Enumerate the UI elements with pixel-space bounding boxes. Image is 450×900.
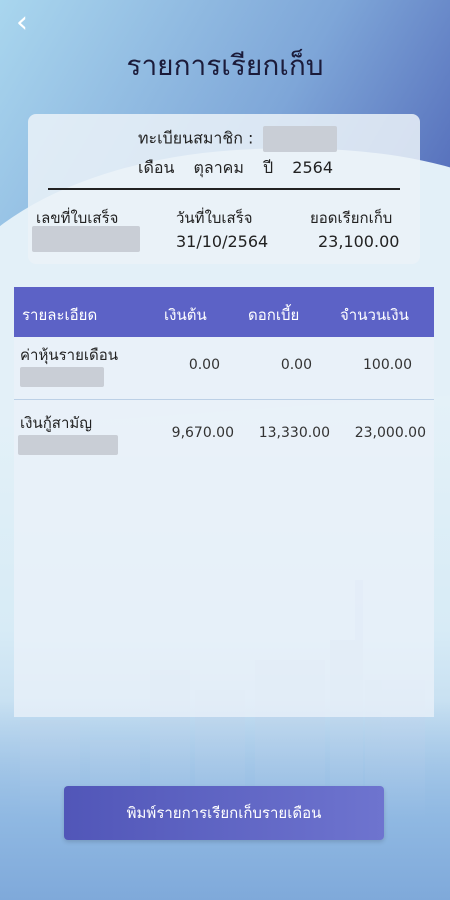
col-interest-header: ดอกเบี้ย: [248, 306, 300, 324]
month-year-row: เดือน ตุลาคม ปี 2564: [138, 156, 347, 181]
back-chevron-icon[interactable]: ‹: [8, 8, 36, 40]
row-subdetail-redacted: [20, 367, 104, 387]
col-principal-header: เงินต้น: [164, 306, 207, 324]
year-value: 2564: [292, 158, 333, 177]
member-info-card: ทะเบียนสมาชิก : เดือน ตุลาคม ปี 2564 เลข…: [28, 114, 420, 264]
table-row: เงินกู้สามัญ 9,670.00 13,330.00 23,000.0…: [14, 411, 434, 471]
billing-table: รายละเอียด เงินต้น ดอกเบี้ย จำนวนเงิน ค่…: [14, 287, 434, 717]
receipt-date-value: 31/10/2564: [176, 232, 269, 251]
year-label: ปี: [263, 158, 274, 177]
row-principal: 9,670.00: [171, 425, 234, 441]
row-interest: 0.00: [280, 357, 312, 373]
total-header: ยอดเรียกเก็บ: [310, 209, 393, 227]
row-amount: 100.00: [363, 357, 412, 373]
row-detail: ค่าหุ้นรายเดือน: [20, 346, 118, 364]
month-value: ตุลาคม: [193, 158, 244, 177]
row-interest: 13,330.00: [258, 425, 330, 441]
col-detail-header: รายละเอียด: [22, 306, 98, 324]
row-divider: [14, 399, 434, 400]
page-title: รายการเรียกเก็บ: [126, 49, 324, 82]
member-id-row: ทะเบียนสมาชิก :: [138, 126, 337, 152]
print-monthly-billing-button[interactable]: พิมพ์รายการเรียกเก็บรายเดือน: [64, 786, 384, 840]
row-subdetail-redacted: [18, 435, 118, 455]
row-principal: 0.00: [188, 357, 220, 373]
member-id-redacted: [262, 126, 337, 152]
table-header: รายละเอียด เงินต้น ดอกเบี้ย จำนวนเงิน: [14, 287, 434, 337]
table-row: ค่าหุ้นรายเดือน 0.00 0.00 100.00: [14, 343, 434, 397]
month-label: เดือน: [138, 158, 175, 177]
row-detail: เงินกู้สามัญ: [20, 414, 93, 432]
total-value: 23,100.00: [318, 232, 400, 251]
row-amount: 23,000.00: [354, 425, 426, 441]
receipt-no-redacted: [32, 226, 140, 252]
col-amount-header: จำนวนเงิน: [340, 306, 409, 324]
divider: [48, 188, 400, 190]
receipt-date-header: วันที่ใบเสร็จ: [176, 209, 253, 227]
member-id-label: ทะเบียนสมาชิก :: [138, 128, 254, 148]
